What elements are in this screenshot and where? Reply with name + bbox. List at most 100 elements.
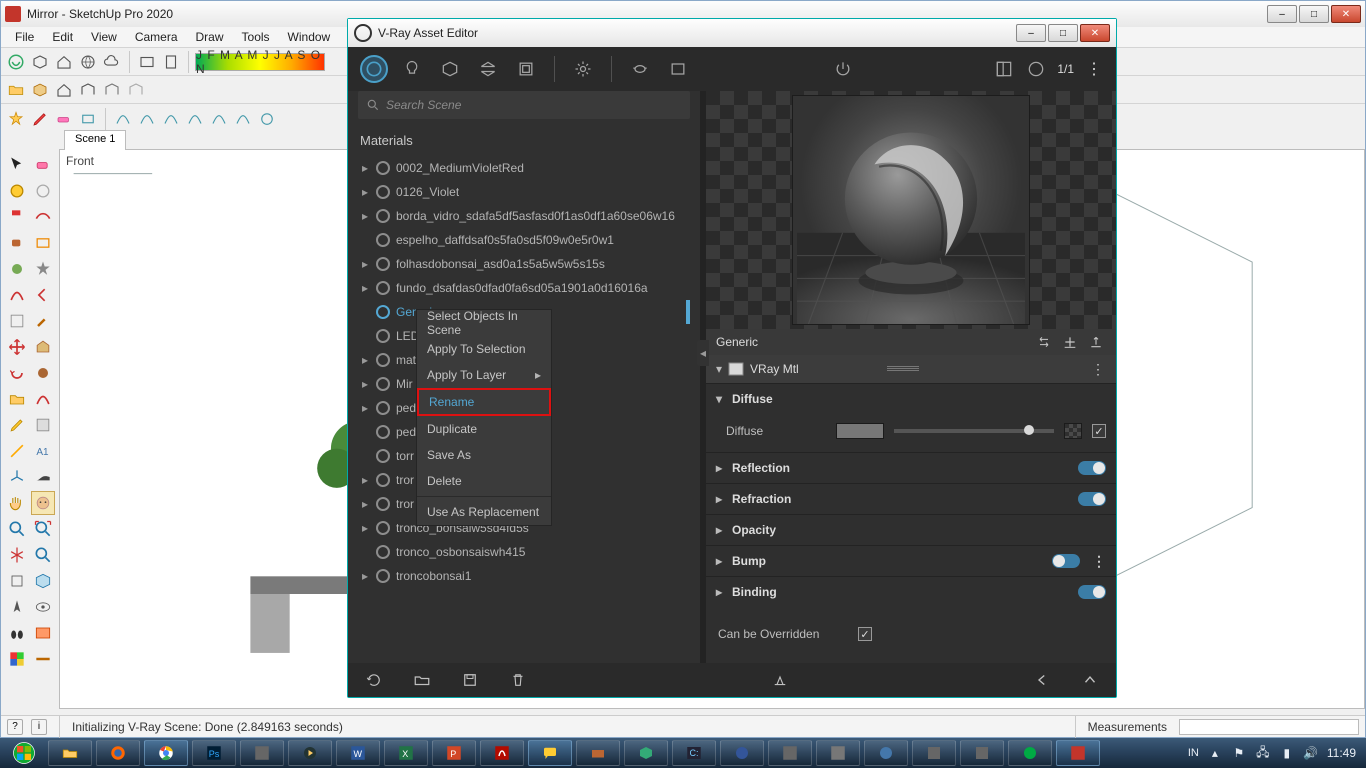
material-row[interactable]: ▸espelho_daffdsaf0s5fa0sd5f09w0e5r0w1 xyxy=(358,228,690,252)
render-teapot-icon[interactable] xyxy=(626,55,654,83)
material-radio-icon[interactable] xyxy=(376,233,390,247)
vray-render-icon[interactable] xyxy=(5,51,27,73)
material-radio-icon[interactable] xyxy=(376,209,390,223)
material-radio-icon[interactable] xyxy=(376,569,390,583)
expand-arrow-icon[interactable]: ▸ xyxy=(362,521,370,535)
offset-icon[interactable] xyxy=(31,387,55,411)
cloud-icon[interactable] xyxy=(101,51,123,73)
material-radio-icon[interactable] xyxy=(376,425,390,439)
material-row[interactable]: ▸fundo_dsafdas0dfad0fa6sd05a1901a0d16016… xyxy=(358,276,690,300)
ext1-icon[interactable] xyxy=(5,543,29,567)
task-sketchup-icon[interactable] xyxy=(1056,740,1100,766)
swap-icon[interactable] xyxy=(1034,332,1054,352)
select-icon[interactable] xyxy=(5,153,29,177)
ctx-select-objects-in-scene[interactable]: Select Objects In Scene xyxy=(417,310,551,336)
task-grey-app-icon[interactable] xyxy=(240,740,284,766)
textures-tab-icon[interactable] xyxy=(512,55,540,83)
task-terminal-icon[interactable]: C: xyxy=(672,740,716,766)
tray-up-icon[interactable]: ▴ xyxy=(1207,745,1223,761)
expand-arrow-icon[interactable]: ▸ xyxy=(362,377,370,391)
expand-arrow-icon[interactable]: ▸ xyxy=(362,497,370,511)
menu-camera[interactable]: Camera xyxy=(127,28,186,46)
task-powerpoint-icon[interactable]: P xyxy=(432,740,476,766)
collapse-left-arrow[interactable]: ◂ xyxy=(697,340,709,366)
menu-tools[interactable]: Tools xyxy=(234,28,278,46)
wave-icon[interactable] xyxy=(31,205,55,229)
binding-toggle[interactable] xyxy=(1078,585,1106,599)
vray-maximize-button[interactable]: □ xyxy=(1048,24,1078,42)
hand-icon[interactable] xyxy=(5,491,29,515)
material-radio-icon[interactable] xyxy=(376,329,390,343)
task-excel-icon[interactable]: X xyxy=(384,740,428,766)
expand-arrow-icon[interactable]: ▸ xyxy=(362,401,370,415)
more-icon[interactable]: ⋮ xyxy=(1084,59,1104,79)
back-icon[interactable] xyxy=(31,283,55,307)
diffuse-color-swatch[interactable] xyxy=(836,423,884,439)
menu-file[interactable]: File xyxy=(7,28,42,46)
minimize-button[interactable]: – xyxy=(1267,5,1297,23)
tray-net-icon[interactable]: 🖧 xyxy=(1255,745,1271,761)
material-radio-icon[interactable] xyxy=(376,161,390,175)
material-radio-icon[interactable] xyxy=(376,497,390,511)
vray-titlebar[interactable]: V-Ray Asset Editor – □ ✕ xyxy=(348,19,1116,47)
menu-window[interactable]: Window xyxy=(280,28,339,46)
render-elements-tab-icon[interactable] xyxy=(474,55,502,83)
section-reflection[interactable]: ▸Reflection xyxy=(706,453,1116,483)
paint-icon[interactable] xyxy=(5,205,29,229)
material-radio-icon[interactable] xyxy=(376,281,390,295)
material-row[interactable]: ▸troncobonsai1 xyxy=(358,564,690,588)
arc-icon[interactable] xyxy=(31,179,55,203)
3d-icon[interactable] xyxy=(31,569,55,593)
ctx-duplicate[interactable]: Duplicate xyxy=(417,416,551,442)
material-radio-icon[interactable] xyxy=(376,449,390,463)
info-icon[interactable]: i xyxy=(31,719,47,735)
material-row[interactable]: ▸0126_Violet xyxy=(358,180,690,204)
refresh-icon[interactable] xyxy=(360,668,388,692)
material-radio-icon[interactable] xyxy=(376,545,390,559)
section-icon[interactable] xyxy=(31,621,55,645)
expand-arrow-icon[interactable]: ▸ xyxy=(362,569,370,583)
section-diffuse-head[interactable]: ▾ Diffuse xyxy=(706,384,1116,414)
knife-icon[interactable] xyxy=(5,439,29,463)
settings-tab-icon[interactable] xyxy=(569,55,597,83)
material-radio-icon[interactable] xyxy=(376,377,390,391)
curve6-icon[interactable] xyxy=(232,108,254,130)
cube-icon[interactable] xyxy=(29,51,51,73)
task-explorer-icon[interactable] xyxy=(48,740,92,766)
search-field[interactable]: Search Scene xyxy=(358,91,690,119)
material-row[interactable]: ▸borda_vidro_sdafa5df5asfasd0f1as0df1a60… xyxy=(358,204,690,228)
expand-arrow-icon[interactable]: ▸ xyxy=(362,185,370,199)
material-radio-icon[interactable] xyxy=(376,473,390,487)
ctx-use-as-replacement[interactable]: Use As Replacement xyxy=(417,499,551,525)
task-photoshop-icon[interactable]: Ps xyxy=(192,740,236,766)
power-icon[interactable] xyxy=(829,55,857,83)
expand-arrow-icon[interactable]: ▸ xyxy=(362,353,370,367)
section-refraction[interactable]: ▸Refraction xyxy=(706,484,1116,514)
move-icon[interactable] xyxy=(5,335,29,359)
tray-flag-icon[interactable]: ⚑ xyxy=(1231,745,1247,761)
folder-icon[interactable] xyxy=(5,387,29,411)
up-arrow-icon[interactable] xyxy=(1076,668,1104,692)
task-safe-icon[interactable] xyxy=(720,740,764,766)
bump-toggle[interactable] xyxy=(1052,554,1080,568)
menu-draw[interactable]: Draw xyxy=(188,28,232,46)
circle-icon[interactable] xyxy=(256,108,278,130)
gear-icon[interactable] xyxy=(5,257,29,281)
ext2-icon[interactable] xyxy=(31,543,55,567)
eraser-icon[interactable] xyxy=(53,108,75,130)
task-firefox-icon[interactable] xyxy=(96,740,140,766)
task-app6-icon[interactable] xyxy=(1008,740,1052,766)
tool-icon[interactable] xyxy=(5,309,29,333)
star-icon[interactable] xyxy=(31,257,55,281)
section-bump[interactable]: ▸Bump⋮ xyxy=(706,546,1116,576)
coffee-icon[interactable] xyxy=(5,231,29,255)
tray-vol-icon[interactable]: 🔊 xyxy=(1303,745,1319,761)
tray-battery-icon[interactable]: ▮ xyxy=(1279,745,1295,761)
refraction-toggle[interactable] xyxy=(1078,492,1106,506)
close-button[interactable]: ✕ xyxy=(1331,5,1361,23)
task-chrome-icon[interactable] xyxy=(144,740,188,766)
curve5-icon[interactable] xyxy=(208,108,230,130)
material-row[interactable]: ▸tronco_osbonsaiswh415 xyxy=(358,540,690,564)
hint-icon[interactable]: ? xyxy=(7,719,23,735)
globe-icon[interactable] xyxy=(77,51,99,73)
